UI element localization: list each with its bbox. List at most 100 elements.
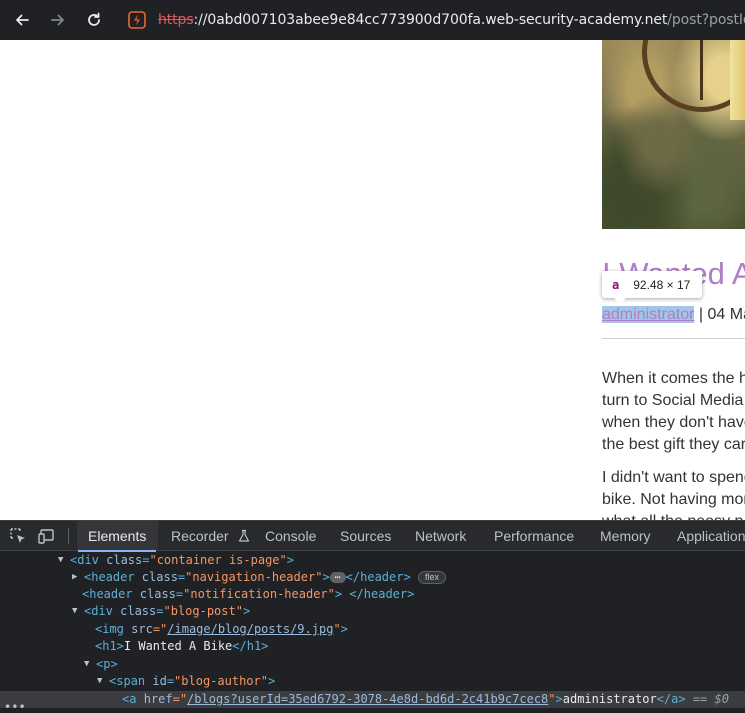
dom-tag-close: > bbox=[267, 674, 276, 688]
paragraph-line: what all the peesy p bbox=[602, 511, 745, 520]
dom-tag-close: > bbox=[242, 604, 251, 618]
tab-network[interactable]: Network bbox=[415, 521, 466, 551]
dom-node-img[interactable]: <img src="/image/blog/posts/9.jpg"> bbox=[0, 621, 745, 638]
selected-node-marker: == $0 bbox=[685, 692, 729, 706]
forward-button[interactable] bbox=[43, 5, 73, 35]
dom-tag: <a bbox=[122, 692, 144, 706]
dom-attr-name: class bbox=[120, 604, 157, 618]
post-paragraph-1: When it comes the h turn to Social Media… bbox=[602, 368, 745, 456]
dom-equals: = bbox=[166, 674, 175, 688]
more-options-icon[interactable]: ••• bbox=[4, 700, 26, 713]
collapse-triangle-icon[interactable]: ▼ bbox=[72, 603, 82, 620]
dom-node-navigation-header[interactable]: ▶ <header class="navigation-header">… </h… bbox=[0, 569, 745, 586]
tab-memory[interactable]: Memory bbox=[600, 521, 651, 551]
toolbar-separator bbox=[68, 528, 69, 544]
expand-triangle-icon[interactable]: ▶ bbox=[72, 569, 82, 586]
url-scheme: https bbox=[158, 12, 194, 28]
devtools-panel: Elements Recorder Console Sources Networ… bbox=[0, 520, 745, 713]
dom-attr-value: "blog-author" bbox=[174, 674, 268, 688]
dom-node-notification-header[interactable]: <header class="notification-header"> </h… bbox=[0, 586, 745, 603]
tab-console[interactable]: Console bbox=[265, 521, 316, 551]
dom-tag: <header bbox=[84, 570, 142, 584]
dom-attr-name: class bbox=[141, 570, 178, 584]
flask-icon bbox=[238, 529, 250, 542]
dom-tag: <p> bbox=[96, 657, 118, 671]
back-button[interactable] bbox=[7, 5, 37, 35]
dom-attr-name: class bbox=[106, 553, 143, 567]
tab-sources[interactable]: Sources bbox=[340, 521, 391, 551]
dom-tree: ▼ <div class="container is-page"> ▶ <hea… bbox=[0, 552, 745, 713]
dom-attr-value: "notification-header" bbox=[183, 587, 335, 601]
dom-tag: <div bbox=[84, 604, 121, 618]
collapsed-ellipsis-icon[interactable]: … bbox=[329, 571, 346, 583]
dom-attr-quote: " bbox=[548, 692, 556, 706]
dom-src-link[interactable]: /image/blog/posts/9.jpg bbox=[167, 622, 333, 636]
dom-node-container[interactable]: ▼ <div class="container is-page"> bbox=[0, 552, 745, 569]
tab-recorder[interactable]: Recorder bbox=[171, 521, 229, 551]
dom-tag: <header bbox=[82, 587, 140, 601]
dom-href-link[interactable]: /blogs?userId=35ed6792-3078-4e8d-bd6d-2c… bbox=[187, 692, 548, 706]
dom-node-author-link[interactable]: <a href="/blogs?userId=35ed6792-3078-4e8… bbox=[0, 691, 745, 708]
url-host: ://0abd007103abee9e84cc773900d700fa.web-… bbox=[193, 12, 668, 28]
divider bbox=[602, 338, 745, 339]
dom-end-tag: </a> bbox=[656, 692, 686, 706]
dom-end-tag: </h1> bbox=[232, 639, 269, 653]
devtools-tabbar: Elements Recorder Console Sources Networ… bbox=[0, 521, 745, 552]
collapse-triangle-icon[interactable]: ▼ bbox=[58, 552, 68, 569]
dom-node-h1[interactable]: <h1>I Wanted A Bike</h1> bbox=[0, 638, 745, 655]
dom-attr-name: src bbox=[131, 622, 153, 636]
dom-tag-close: > bbox=[340, 622, 348, 636]
dom-attr-name: class bbox=[139, 587, 176, 601]
dom-attr-value: "blog-post" bbox=[163, 604, 243, 618]
device-toolbar-icon[interactable] bbox=[38, 527, 56, 545]
url-path: /post?postId=1 bbox=[667, 12, 745, 28]
dom-attr-name: href bbox=[143, 692, 173, 706]
inspect-tooltip: a 92.48 × 17 bbox=[602, 271, 702, 304]
arrow-left-icon bbox=[16, 14, 29, 26]
paragraph-line: I didn't want to spend bbox=[602, 469, 745, 486]
dom-attr-name: id bbox=[152, 674, 167, 688]
dom-tag: <span bbox=[109, 674, 153, 688]
post-paragraph-2: I didn't want to spend bike. Not having … bbox=[602, 467, 745, 520]
tab-application[interactable]: Application bbox=[677, 521, 745, 551]
inspect-element-icon[interactable] bbox=[9, 527, 27, 545]
dom-attr-value: "container is-page" bbox=[149, 553, 287, 567]
dom-tag-close: > </header> bbox=[334, 587, 415, 601]
tab-elements[interactable]: Elements bbox=[77, 521, 157, 552]
browser-toolbar: https://0abd007103abee9e84cc773900d700fa… bbox=[0, 0, 745, 40]
dom-tag: <div bbox=[70, 553, 107, 567]
reload-button[interactable] bbox=[79, 5, 109, 35]
dom-text: I Wanted A Bike bbox=[123, 639, 233, 653]
author-link[interactable]: administrator bbox=[602, 306, 695, 323]
dom-tag-close: > bbox=[555, 692, 563, 706]
author-line: administrator | 04 Ma bbox=[602, 306, 745, 324]
paragraph-line: when they don't have bbox=[602, 414, 745, 431]
paragraph-line: bike. Not having mon bbox=[602, 491, 745, 508]
dom-tag-close: > bbox=[286, 553, 294, 567]
blog-post-image bbox=[602, 40, 745, 229]
dom-node-p[interactable]: ▼ <p> bbox=[0, 656, 745, 673]
paragraph-line: the best gift they car bbox=[602, 436, 745, 453]
dom-text: administrator bbox=[562, 692, 657, 706]
tooltip-dimensions: 92.48 × 17 bbox=[633, 277, 691, 292]
post-date: | 04 Ma bbox=[698, 306, 745, 323]
tooltip-tag: a bbox=[612, 277, 620, 292]
tab-performance[interactable]: Performance bbox=[494, 521, 574, 551]
collapse-triangle-icon[interactable]: ▼ bbox=[84, 656, 94, 673]
collapse-triangle-icon[interactable]: ▼ bbox=[97, 673, 107, 690]
dom-tag-close: > bbox=[322, 570, 330, 584]
dom-attr-quote: " bbox=[333, 622, 341, 636]
lab-site-icon bbox=[128, 11, 146, 29]
address-bar[interactable]: https://0abd007103abee9e84cc773900d700fa… bbox=[122, 4, 745, 36]
flex-badge[interactable]: flex bbox=[417, 571, 446, 584]
dom-node-span-author[interactable]: ▼ <span id="blog-author"> bbox=[0, 673, 745, 690]
paragraph-line: turn to Social Media bbox=[602, 392, 744, 409]
page-viewport: I Wanted A administrator | 04 Ma When it… bbox=[0, 40, 745, 520]
dom-tag: <img bbox=[95, 622, 132, 636]
url-text: https://0abd007103abee9e84cc773900d700fa… bbox=[158, 12, 745, 28]
dom-tag: <h1> bbox=[95, 639, 124, 653]
reload-icon bbox=[88, 12, 100, 26]
dom-end-tag: </header> bbox=[345, 570, 411, 584]
paragraph-line: When it comes the h bbox=[602, 370, 745, 387]
dom-node-blog-post[interactable]: ▼ <div class="blog-post"> bbox=[0, 603, 745, 620]
